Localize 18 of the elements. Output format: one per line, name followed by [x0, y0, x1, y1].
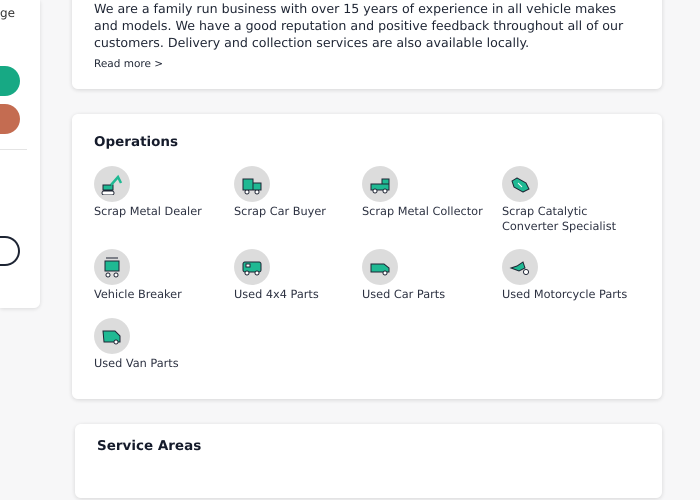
operation-label: Used 4x4 Parts	[234, 288, 320, 302]
operation-label: Scrap Catalytic Converter Specialist	[502, 205, 618, 234]
operation-label: Used Motorcycle Parts	[502, 288, 628, 302]
about-text: We are a family run business with over 15 years of experience in all vehicle makes and models. We have a good reputation and positive feedback throughout all of our customers. Delivery and collection services are also available locally.	[94, 0, 624, 51]
operation-label: Scrap Metal Dealer	[94, 205, 203, 220]
primary-button[interactable]	[0, 66, 20, 96]
excavator-icon	[101, 173, 123, 195]
sidebar-text: ge	[0, 6, 15, 20]
read-more-link[interactable]: Read more >	[94, 58, 164, 70]
operation-label: Used Car Parts	[362, 288, 446, 302]
section-title: Operations	[94, 134, 180, 150]
operation-label: Used Van Parts	[94, 356, 180, 371]
operation-label: Vehicle Breaker	[94, 288, 183, 302]
outline-button[interactable]	[0, 236, 20, 266]
secondary-button[interactable]	[0, 104, 20, 134]
section-title: Service Areas	[97, 438, 202, 454]
operation-label: Scrap Car Buyer	[234, 205, 327, 220]
operation-label: Scrap Metal Collector	[362, 205, 484, 220]
